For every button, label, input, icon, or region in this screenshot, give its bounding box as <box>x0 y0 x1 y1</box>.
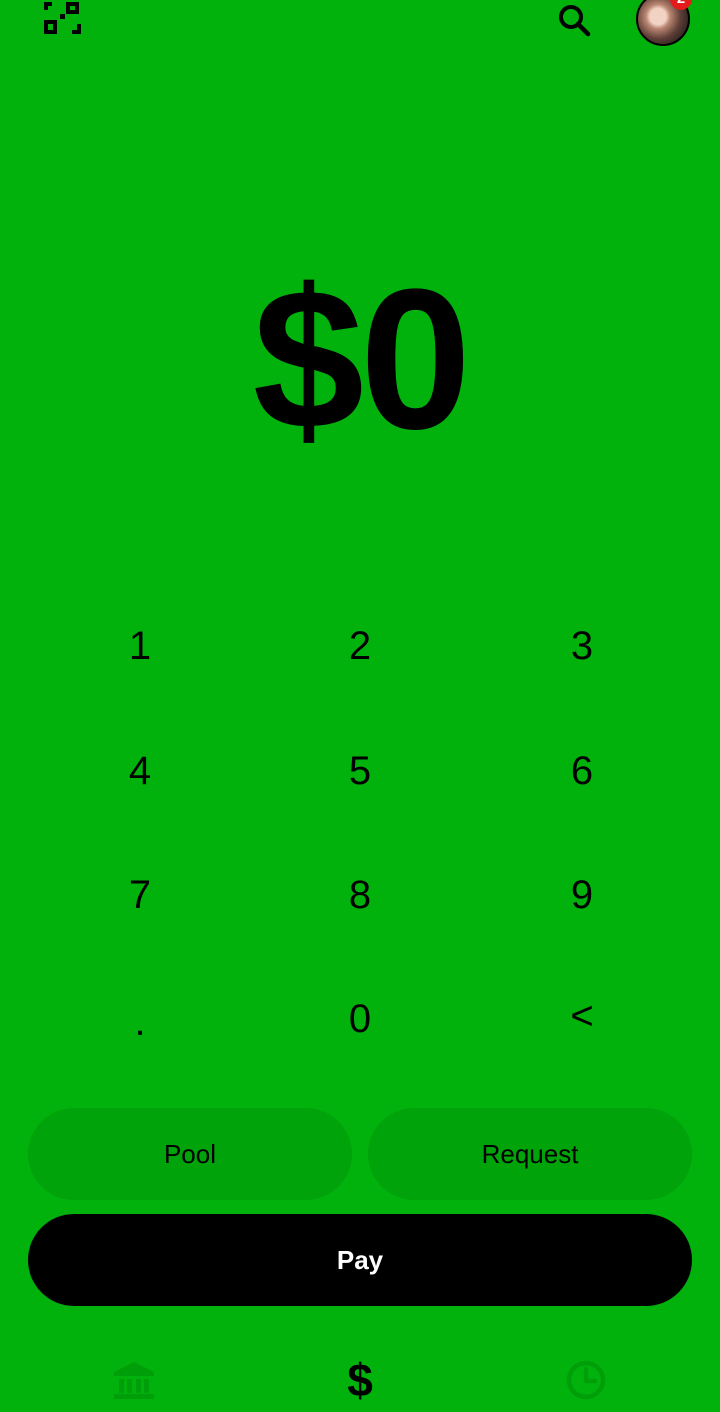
key-3[interactable]: 3 <box>492 606 672 686</box>
key-8[interactable]: 8 <box>270 855 450 935</box>
pool-label: Pool <box>163 1138 217 1169</box>
dollar-icon: $ <box>347 1354 373 1406</box>
key-decimal[interactable]: . <box>50 982 230 1062</box>
key-4[interactable]: 4 <box>50 731 230 811</box>
profile-avatar-button[interactable]: 2 <box>636 0 694 50</box>
nav-banking-tab[interactable] <box>104 1352 164 1408</box>
request-button[interactable]: Request <box>368 1108 692 1200</box>
key-0[interactable]: 0 <box>270 979 450 1059</box>
search-button[interactable] <box>552 0 596 40</box>
key-5[interactable]: 5 <box>270 731 450 811</box>
nav-pay-tab[interactable]: $ <box>330 1352 390 1408</box>
avatar: 2 <box>636 0 692 46</box>
key-7[interactable]: 7 <box>50 855 230 935</box>
nav-activity-tab[interactable] <box>556 1352 616 1408</box>
amount-display: $0 <box>252 248 471 471</box>
key-9[interactable]: 9 <box>492 855 672 935</box>
bank-icon <box>114 1362 154 1399</box>
pool-button[interactable]: Pool <box>28 1108 352 1200</box>
key-backspace[interactable]: < <box>492 976 672 1056</box>
qr-scan-icon <box>44 2 81 34</box>
pay-label: Pay <box>336 1244 384 1275</box>
key-1[interactable]: 1 <box>50 606 230 686</box>
request-label: Request <box>481 1138 579 1169</box>
notification-badge: 2 <box>670 0 692 10</box>
pay-button[interactable]: Pay <box>28 1214 692 1306</box>
qr-scan-button[interactable] <box>40 0 86 42</box>
key-6[interactable]: 6 <box>492 731 672 811</box>
clock-icon <box>566 1360 606 1400</box>
search-icon <box>559 5 591 37</box>
key-2[interactable]: 2 <box>270 606 450 686</box>
